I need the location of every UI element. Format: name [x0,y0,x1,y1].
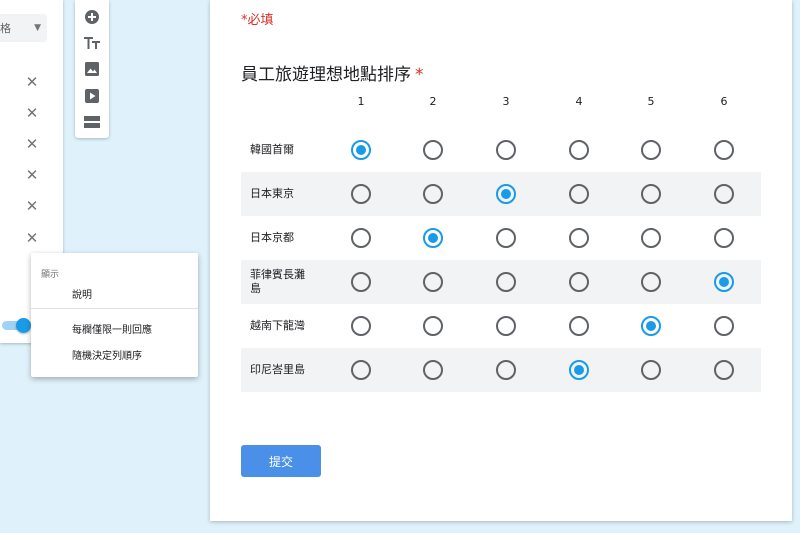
question-title-text: 員工旅遊理想地點排序 [241,65,411,85]
grid-radio-r4-c4[interactable] [569,272,589,292]
grid-radio-r3-c5[interactable] [641,228,661,248]
question-type-select[interactable]: 格 ▼ [0,14,47,42]
grid-radio-r6-c5[interactable] [641,360,661,380]
menu-item-limit-one-per-column[interactable]: 每欄僅限一則回應 [72,321,152,336]
options-menu: 顯示 說明 每欄僅限一則回應 隨機決定列順序 [31,253,198,377]
grid-radio-r4-c1[interactable] [351,272,371,292]
grid-radio-r3-c6[interactable] [714,228,734,248]
image-icon[interactable] [84,61,100,77]
remove-row-3-close-icon[interactable]: ✕ [25,137,39,152]
menu-header-show: 顯示 [41,270,60,280]
grid-radio-r6-c6[interactable] [714,360,734,380]
grid-radio-r4-c3[interactable] [496,272,516,292]
grid-radio-r6-c1[interactable] [351,360,371,380]
grid-radio-r5-c6[interactable] [714,316,734,336]
grid-radio-r1-c4[interactable] [569,140,589,160]
remove-row-6-close-icon[interactable]: ✕ [25,231,39,246]
grid-row-label: 韓國首爾 [250,143,294,156]
floating-toolbar [75,0,109,138]
grid-row-label: 日本東京 [250,187,294,200]
required-toggle[interactable] [2,318,31,333]
column-header-2: 2 [429,95,437,108]
grid-row: 菲律賓長灘島 [241,260,761,304]
grid-radio-r2-c6[interactable] [714,184,734,204]
remove-row-1-close-icon[interactable]: ✕ [25,75,39,90]
grid-radio-r1-c6[interactable] [714,140,734,160]
section-icon[interactable] [84,114,100,130]
grid-radio-r3-c2[interactable] [423,228,443,248]
grid-radio-r4-c6[interactable] [714,272,734,292]
grid-radio-r2-c3[interactable] [496,184,516,204]
grid-radio-r5-c4[interactable] [569,316,589,336]
required-asterisk: * [415,65,424,85]
column-header-1: 1 [357,95,365,108]
grid-radio-r5-c5[interactable] [641,316,661,336]
grid-radio-r5-c2[interactable] [423,316,443,336]
grid-row: 越南下龍灣 [241,304,761,348]
grid-radio-r1-c2[interactable] [423,140,443,160]
column-header-5: 5 [647,95,655,108]
remove-row-5-close-icon[interactable]: ✕ [25,199,39,214]
form-preview-card: *必填 員工旅遊理想地點排序 * 1 2 3 4 5 6 韓國首爾日本東京日本京都… [210,0,792,521]
grid-row-label: 越南下龍灣 [250,319,305,332]
column-header-6: 6 [720,95,728,108]
grid-radio-r2-c1[interactable] [351,184,371,204]
remove-row-2-close-icon[interactable]: ✕ [25,106,39,121]
grid-row-label: 日本京都 [250,231,294,244]
column-header-4: 4 [575,95,583,108]
grid-radio-r2-c2[interactable] [423,184,443,204]
question-type-label: 格 [0,22,11,35]
menu-divider [31,308,198,309]
menu-item-shuffle-rows[interactable]: 隨機決定列順序 [72,347,142,362]
grid-radio-r3-c3[interactable] [496,228,516,248]
required-note: *必填 [241,13,274,28]
add-question-icon[interactable] [84,9,100,25]
grid-radio-r5-c3[interactable] [496,316,516,336]
grid-row: 日本京都 [241,216,761,260]
grid-radio-r1-c5[interactable] [641,140,661,160]
question-title: 員工旅遊理想地點排序 * [241,60,424,85]
chevron-down-icon: ▼ [34,23,41,33]
grid-radio-r2-c4[interactable] [569,184,589,204]
grid-radio-r4-c5[interactable] [641,272,661,292]
grid-radio-r1-c3[interactable] [496,140,516,160]
grid-radio-r6-c4[interactable] [569,360,589,380]
grid-radio-r6-c3[interactable] [496,360,516,380]
grid-row-label: 菲律賓長灘島 [250,268,305,295]
grid-radio-r4-c2[interactable] [423,272,443,292]
grid-row: 日本東京 [241,172,761,216]
grid-radio-r6-c2[interactable] [423,360,443,380]
menu-item-description[interactable]: 說明 [72,286,92,301]
grid-row-label: 印尼峇里島 [250,363,305,376]
grid-radio-r2-c5[interactable] [641,184,661,204]
column-header-3: 3 [502,95,510,108]
grid-row: 韓國首爾 [241,128,761,172]
grid-radio-r3-c4[interactable] [569,228,589,248]
remove-row-4-close-icon[interactable]: ✕ [25,168,39,183]
video-icon[interactable] [84,88,100,104]
grid-radio-r3-c1[interactable] [351,228,371,248]
grid-row: 印尼峇里島 [241,348,761,392]
grid-radio-r1-c1[interactable] [351,140,371,160]
submit-button[interactable]: 提交 [241,445,321,477]
toggle-knob [16,318,31,333]
title-text-icon[interactable] [84,35,100,51]
grid-radio-r5-c1[interactable] [351,316,371,336]
